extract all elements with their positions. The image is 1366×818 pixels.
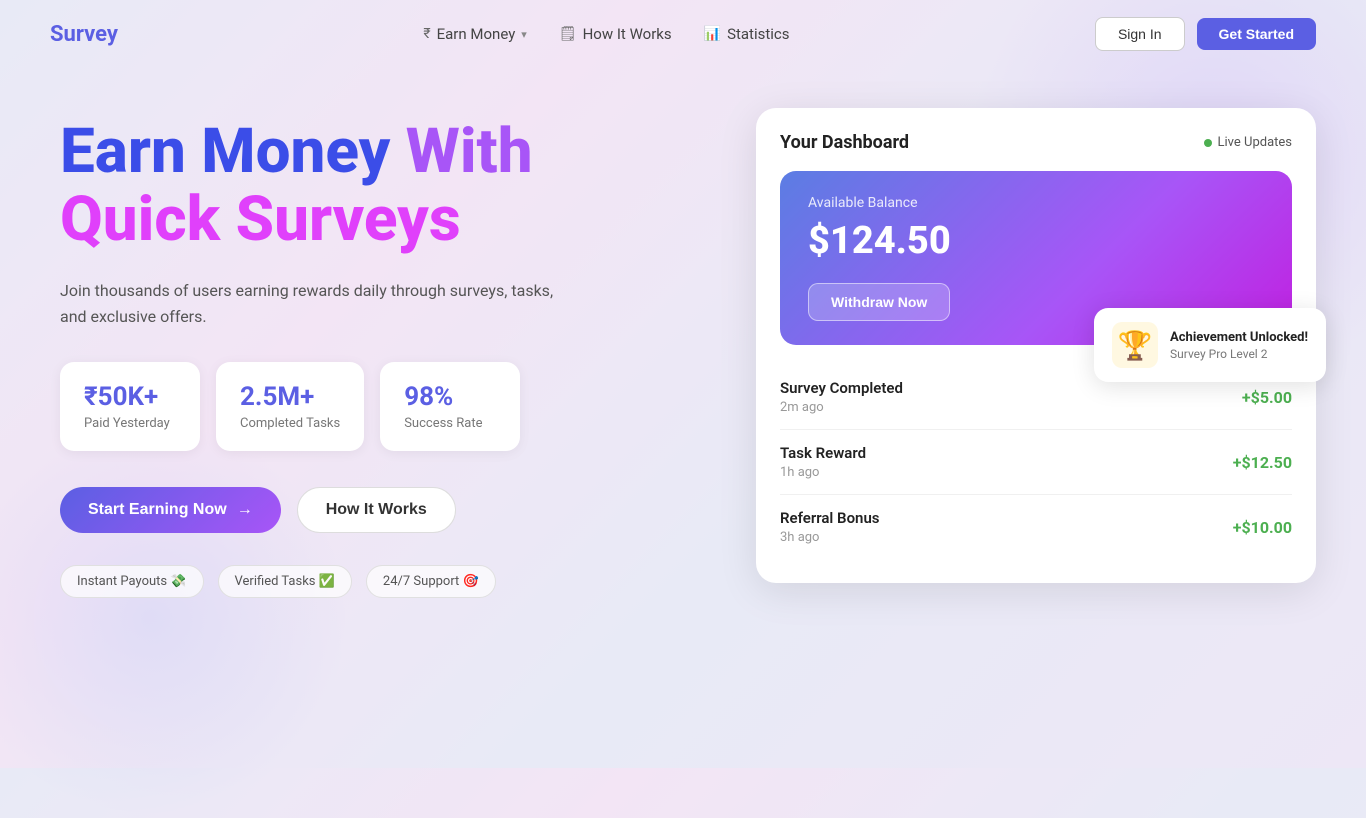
txn-name-2: Task Reward <box>780 444 866 462</box>
stat-card-success: 98% Success Rate <box>380 362 520 451</box>
start-earning-button[interactable]: Start Earning Now → <box>60 487 281 533</box>
logo[interactable]: Survey <box>50 22 118 47</box>
live-badge: Live Updates <box>1204 135 1292 150</box>
withdraw-button[interactable]: Withdraw Now <box>808 283 950 321</box>
transactions-list: Survey Completed 2m ago +$5.00 Task Rewa… <box>780 365 1292 559</box>
txn-time-1: 2m ago <box>780 400 903 415</box>
stat-success-value: 98% <box>404 382 496 412</box>
stat-card-paid: ₹50K+ Paid Yesterday <box>60 362 200 451</box>
badge-support: 24/7 Support 🎯 <box>366 565 496 598</box>
arrow-icon: → <box>237 501 253 519</box>
txn-time-2: 1h ago <box>780 465 866 480</box>
dashboard-title: Your Dashboard <box>780 132 909 153</box>
stat-tasks-label: Completed Tasks <box>240 416 340 431</box>
hero-section: Earn Money With Quick Surveys Join thous… <box>60 98 696 598</box>
nav-earn-money[interactable]: ₹ Earn Money ▾ <box>423 25 526 43</box>
signin-button[interactable]: Sign In <box>1095 17 1185 51</box>
navbar: Survey ₹ Earn Money ▾ 🗒 How It Works 📊 S… <box>0 0 1366 68</box>
stat-card-tasks: 2.5M+ Completed Tasks <box>216 362 364 451</box>
transaction-row: Referral Bonus 3h ago +$10.00 <box>780 495 1292 559</box>
stats-row: ₹50K+ Paid Yesterday 2.5M+ Completed Tas… <box>60 362 696 451</box>
txn-amount-2: +$12.50 <box>1233 453 1292 472</box>
stat-paid-label: Paid Yesterday <box>84 416 176 431</box>
chevron-down-icon: ▾ <box>521 28 527 41</box>
chart-icon: 📊 <box>704 26 721 42</box>
nav-actions: Sign In Get Started <box>1095 17 1316 51</box>
dashboard-card: Your Dashboard Live Updates Available Ba… <box>756 108 1316 583</box>
stat-paid-value: ₹50K+ <box>84 382 176 412</box>
how-it-works-button[interactable]: How It Works <box>297 487 456 533</box>
cta-buttons: Start Earning Now → How It Works <box>60 487 696 533</box>
badge-verified-tasks: Verified Tasks ✅ <box>218 565 352 598</box>
achievement-title: Achievement Unlocked! <box>1170 330 1308 345</box>
balance-label: Available Balance <box>808 195 1264 211</box>
nav-statistics[interactable]: 📊 Statistics <box>704 25 790 43</box>
txn-name-1: Survey Completed <box>780 379 903 397</box>
stat-success-label: Success Rate <box>404 416 496 431</box>
main-content: Earn Money With Quick Surveys Join thous… <box>0 68 1366 598</box>
txn-amount-1: +$5.00 <box>1242 388 1292 407</box>
feature-badges: Instant Payouts 💸 Verified Tasks ✅ 24/7 … <box>60 565 696 598</box>
nav-links: ₹ Earn Money ▾ 🗒 How It Works 📊 Statisti… <box>423 25 789 43</box>
clipboard-icon: 🗒 <box>559 26 577 42</box>
stat-tasks-value: 2.5M+ <box>240 382 340 412</box>
getstarted-button[interactable]: Get Started <box>1197 18 1316 50</box>
badge-instant-payouts: Instant Payouts 💸 <box>60 565 204 598</box>
achievement-subtitle: Survey Pro Level 2 <box>1170 347 1308 361</box>
txn-name-3: Referral Bonus <box>780 509 880 527</box>
achievement-popup: 🏆 Achievement Unlocked! Survey Pro Level… <box>1094 308 1326 382</box>
dashboard-header: Your Dashboard Live Updates <box>780 132 1292 153</box>
rupee-icon: ₹ <box>423 26 430 42</box>
hero-title: Earn Money With Quick Surveys <box>60 118 696 254</box>
trophy-icon: 🏆 <box>1112 322 1158 368</box>
live-dot-icon <box>1204 139 1212 147</box>
balance-amount: $124.50 <box>808 219 1264 263</box>
nav-how-it-works[interactable]: 🗒 How It Works <box>559 25 672 43</box>
txn-time-3: 3h ago <box>780 530 880 545</box>
txn-amount-3: +$10.00 <box>1233 518 1292 537</box>
hero-subtitle: Join thousands of users earning rewards … <box>60 278 580 329</box>
transaction-row: Task Reward 1h ago +$12.50 <box>780 430 1292 495</box>
